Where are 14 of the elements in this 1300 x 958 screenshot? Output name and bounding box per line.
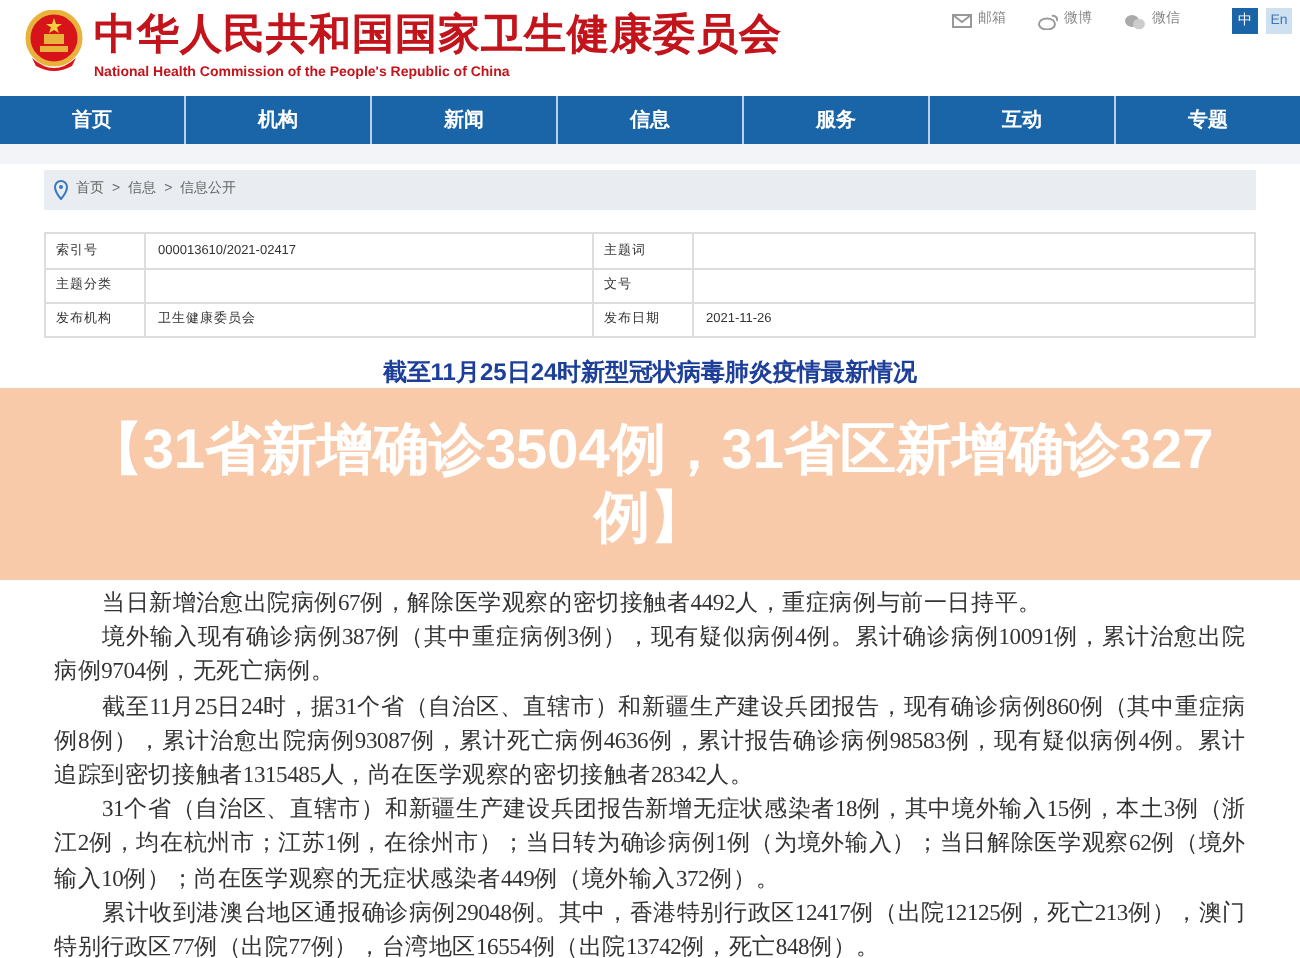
location-pin-icon (54, 180, 68, 200)
article-title: 截至11月25日24时新型冠状病毒肺炎疫情最新情况 (380, 356, 920, 388)
article-paragraph: 当日新增治愈出院病例67例，解除医学观察的密切接触者4492人，重症病例与前一日持平。 (100, 588, 1044, 620)
mail-icon (952, 14, 972, 28)
chat-bubbles-icon (1124, 13, 1146, 29)
emblem-icon (24, 10, 84, 74)
weibo-icon (1038, 13, 1058, 29)
article-paragraph: 境外输入现有确诊病例387例（其中重症病例3例），现有疑似病例4例。累计确诊病例10091例，累计治愈出院病例9704例，无死亡病例。 (54, 623, 1246, 689)
banner-headline: 【31省新增确诊3504例，31省区新增确诊327例】 (84, 416, 1216, 552)
site-title: 中华人民共和国国家卫生健康委员会 (94, 12, 782, 60)
article-paragraph: 累计收到港澳台地区通报确诊病例29048例。其中，香港特别行政区12417例（出院12125例，死亡213例），澳门特别行政区77例（出院77例），台湾地区16554例（出院13742例，死亡848例）。 (54, 898, 1246, 958)
article-paragraph: 截至11月25日24时，据31个省（自治区、直辖市）和新疆生产建设兵团报告，现有确诊病例860例（其中重症病例8例），累计治愈出院病例93087例，累计死亡病例4636例，累计报告确诊病例98583例，现有疑似病例4例。累计追踪到密切接触者1315485人，尚在医学观察的密切接触者28342人。 (54, 692, 1246, 793)
article-paragraph: 31个省（自治区、直辖市）和新疆生产建设兵团报告新增无症状感染者18例，其中境外输入15例，本土3例（浙江2例，均在杭州市；江苏1例，在徐州市）；当日转为确诊病例1例（为境外输入）；当日解除医学观察62例（境外输入10例）；尚在医学观察的无症状感染者449例（境外输入372例）。 (54, 794, 1246, 896)
nav-link[interactable]: 首页 (0, 96, 184, 144)
